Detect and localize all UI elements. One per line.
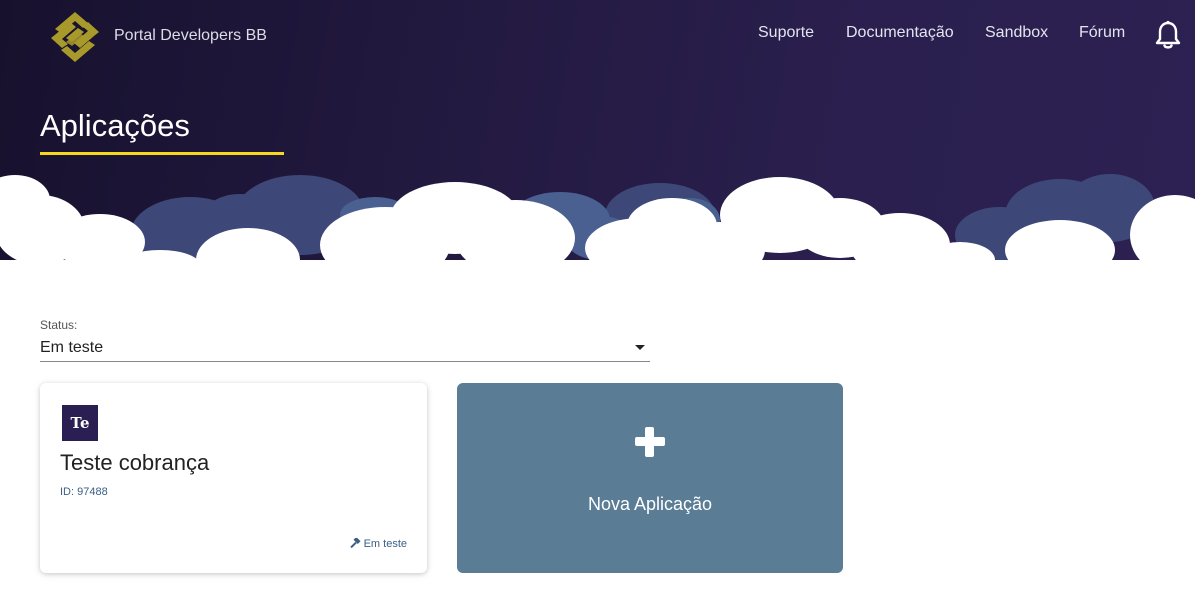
hammer-icon	[349, 538, 361, 549]
bell-icon[interactable]	[1154, 20, 1182, 50]
application-card[interactable]: Te Teste cobrança ID: 97488 Em teste	[40, 383, 427, 573]
nav-forum[interactable]: Fórum	[1079, 24, 1125, 42]
application-status: Em teste	[349, 538, 407, 550]
status-select-value: Em teste	[40, 339, 104, 356]
application-id: ID: 97488	[60, 486, 108, 498]
nav-suporte[interactable]: Suporte	[758, 24, 814, 42]
nav-sandbox[interactable]: Sandbox	[985, 24, 1048, 42]
title-underline	[40, 152, 284, 155]
banco-do-brasil-logo-icon[interactable]	[48, 10, 102, 64]
brand-title[interactable]: Portal Developers BB	[114, 27, 267, 45]
application-name: Teste cobrança	[60, 450, 210, 475]
new-application-button[interactable]: Nova Aplicação	[457, 383, 843, 573]
plus-icon	[635, 427, 665, 457]
status-filter-label: Status:	[40, 318, 78, 332]
nav-documentacao[interactable]: Documentação	[846, 24, 954, 42]
application-status-label: Em teste	[363, 538, 407, 550]
page-title: Aplicações	[40, 108, 190, 143]
chevron-down-icon	[635, 345, 645, 350]
application-avatar: Te	[62, 405, 98, 441]
header-banner: Portal Developers BB Suporte Documentaçã…	[0, 0, 1195, 290]
new-application-label: Nova Aplicação	[587, 494, 713, 514]
status-select[interactable]: Em teste	[40, 336, 650, 362]
clouds-decoration	[0, 174, 1195, 290]
